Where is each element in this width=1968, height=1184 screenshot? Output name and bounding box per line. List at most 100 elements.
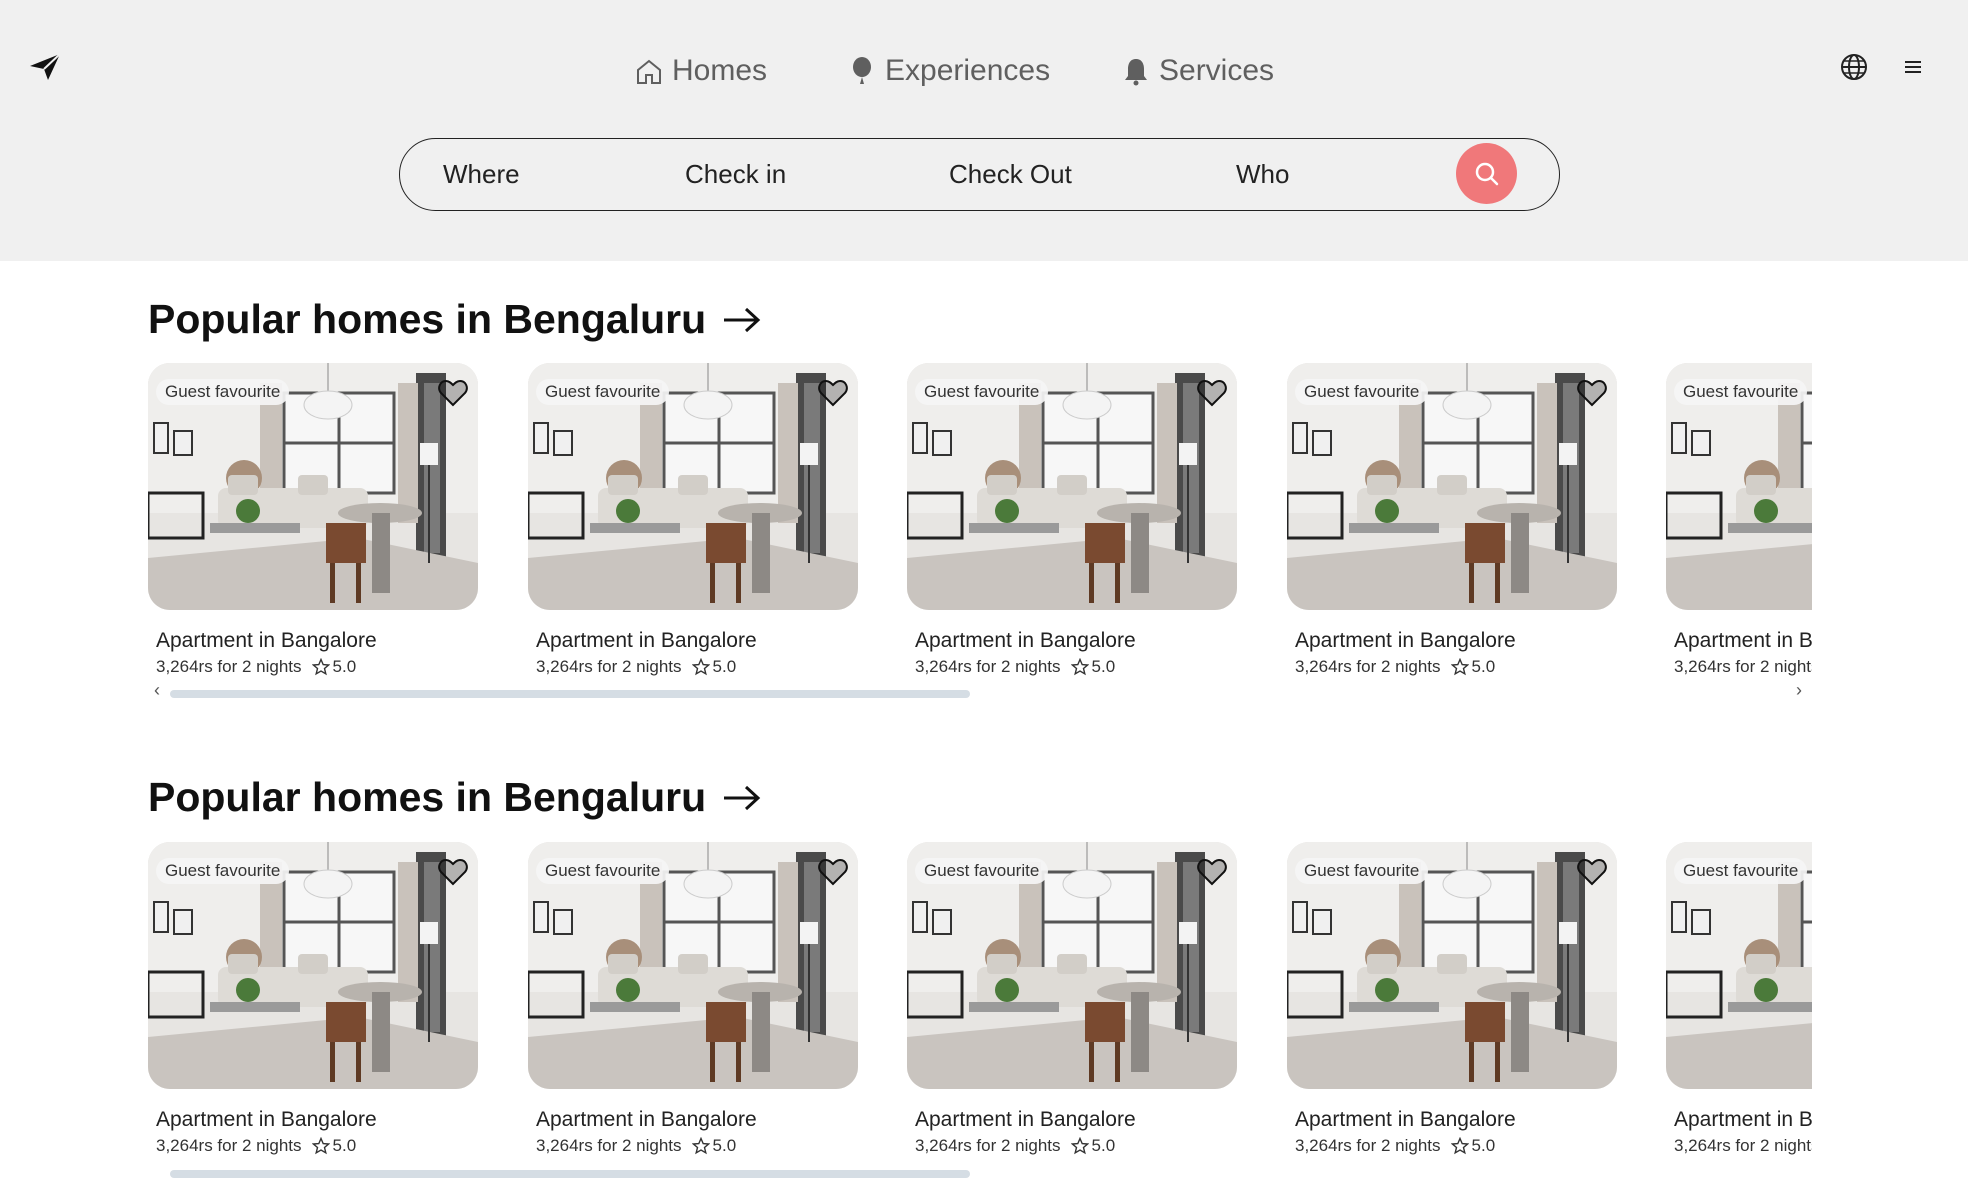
listing-rating: 5.0 bbox=[311, 1136, 357, 1156]
guest-favourite-badge: Guest favourite bbox=[1295, 858, 1429, 884]
top-nav: Homes Experiences Services bbox=[0, 48, 1968, 94]
star-icon bbox=[1070, 1137, 1089, 1155]
listing-price: 3,264rs for 2 nights bbox=[1295, 1136, 1441, 1155]
rating-value: 5.0 bbox=[1471, 1136, 1496, 1155]
guest-favourite-badge: Guest favourite bbox=[915, 858, 1049, 884]
rating-value: 5.0 bbox=[1091, 1136, 1116, 1155]
arrow-right-icon bbox=[724, 785, 761, 810]
listing-card[interactable]: Guest favourite Apartment in Bangalore 3… bbox=[148, 363, 478, 683]
listing-meta: 3,264rs for 2 nights bbox=[1674, 1136, 1812, 1156]
guest-favourite-badge: Guest favourite bbox=[536, 858, 670, 884]
nav-services-label: Services bbox=[1159, 54, 1275, 87]
star-icon bbox=[311, 658, 330, 676]
listing-price: 3,264rs for 2 nights bbox=[156, 1136, 302, 1155]
listing-meta: 3,264rs for 2 nights 5.0 bbox=[156, 657, 356, 677]
balloon-icon bbox=[853, 57, 871, 84]
menu-icon[interactable] bbox=[1898, 52, 1928, 82]
heart-icon[interactable] bbox=[438, 858, 468, 886]
heart-icon[interactable] bbox=[1577, 379, 1607, 407]
listing-rating: 5.0 bbox=[691, 657, 736, 677]
section-title[interactable]: Popular homes in Bengaluru bbox=[148, 774, 762, 821]
globe-icon[interactable] bbox=[1839, 52, 1869, 82]
nav-experiences-label: Experiences bbox=[885, 54, 1051, 87]
heart-icon[interactable] bbox=[1577, 858, 1607, 886]
scroll-left-icon[interactable]: ‹ bbox=[154, 680, 160, 701]
listing-meta: 3,264rs for 2 nights 5.0 bbox=[536, 657, 736, 677]
listing-meta: 3,264rs for 2 nights 5.0 bbox=[1295, 657, 1495, 677]
star-icon bbox=[691, 658, 710, 676]
listing-title: Apartment in Bangalore bbox=[536, 1108, 757, 1131]
star-icon bbox=[1450, 658, 1469, 676]
listing-card[interactable]: Guest favourite Apartment in Bangalore 3… bbox=[1666, 363, 1812, 683]
search-icon bbox=[1475, 162, 1498, 185]
guest-favourite-badge: Guest favourite bbox=[1674, 379, 1808, 405]
heart-icon[interactable] bbox=[818, 379, 848, 407]
nav-homes[interactable]: Homes bbox=[634, 48, 767, 94]
listing-card[interactable]: Guest favourite Apartment in Bangalore 3… bbox=[528, 842, 858, 1162]
search-bar: Where Check in Check Out Who bbox=[399, 138, 1560, 211]
listing-title: Apartment in Bangalore bbox=[156, 629, 377, 652]
search-button[interactable] bbox=[1456, 143, 1517, 204]
listing-price: 3,264rs for 2 nights bbox=[1674, 1136, 1812, 1155]
guest-favourite-badge: Guest favourite bbox=[1674, 858, 1808, 884]
check-out-field[interactable]: Check Out bbox=[949, 139, 1072, 209]
heart-icon[interactable] bbox=[438, 379, 468, 407]
listing-rating: 5.0 bbox=[691, 1136, 737, 1156]
section-title[interactable]: Popular homes in Bengaluru bbox=[148, 296, 762, 343]
where-field[interactable]: Where bbox=[443, 139, 520, 209]
house-icon bbox=[637, 59, 661, 84]
listing-card[interactable]: Guest favourite Apartment in Bangalore 3… bbox=[907, 842, 1237, 1162]
listing-card[interactable]: Guest favourite Apartment in Bangalore 3… bbox=[1666, 842, 1812, 1162]
listing-meta: 3,264rs for 2 nights 5.0 bbox=[1295, 1136, 1495, 1156]
listing-price: 3,264rs for 2 nights bbox=[536, 1136, 682, 1155]
listing-card[interactable]: Guest favourite Apartment in Bangalore 3… bbox=[528, 363, 858, 683]
heart-icon[interactable] bbox=[1197, 858, 1227, 886]
listing-title: Apartment in Bangalore bbox=[156, 1108, 377, 1131]
star-icon bbox=[1450, 1137, 1469, 1155]
heart-icon[interactable] bbox=[818, 858, 848, 886]
who-field[interactable]: Who bbox=[1236, 139, 1289, 209]
listing-row: Guest favourite Apartment in Bangalore 3… bbox=[148, 363, 1812, 703]
section-title-text: Popular homes in Bengaluru bbox=[148, 774, 707, 820]
rating-value: 5.0 bbox=[1471, 657, 1496, 676]
listing-meta: 3,264rs for 2 nights 5.0 bbox=[915, 657, 1115, 677]
listing-price: 3,264rs for 2 nights bbox=[536, 657, 682, 676]
scrollbar-thumb[interactable] bbox=[170, 690, 970, 698]
listing-rating: 5.0 bbox=[1450, 1136, 1496, 1156]
guest-favourite-badge: Guest favourite bbox=[156, 379, 290, 405]
listing-card[interactable]: Guest favourite Apartment in Bangalore 3… bbox=[1287, 842, 1617, 1162]
nav-homes-label: Homes bbox=[672, 54, 768, 87]
guest-favourite-badge: Guest favourite bbox=[536, 379, 670, 405]
heart-icon[interactable] bbox=[1197, 379, 1227, 407]
row-scrollbar[interactable]: ‹ › bbox=[148, 680, 1812, 704]
scroll-right-icon[interactable]: › bbox=[1796, 680, 1802, 701]
top-header: Homes Experiences Services Where Check i… bbox=[0, 0, 1968, 261]
check-in-field[interactable]: Check in bbox=[685, 139, 786, 209]
listing-rating: 5.0 bbox=[311, 657, 357, 677]
rating-value: 5.0 bbox=[712, 1136, 737, 1155]
listing-card[interactable]: Guest favourite Apartment in Bangalore 3… bbox=[1287, 363, 1617, 683]
listing-price: 3,264rs for 2 nights bbox=[915, 1136, 1061, 1155]
rating-value: 5.0 bbox=[332, 1136, 357, 1155]
listing-meta: 3,264rs for 2 nights 5.0 bbox=[915, 1136, 1115, 1156]
rating-value: 5.0 bbox=[332, 657, 357, 676]
listing-price: 3,264rs for 2 nights bbox=[1295, 657, 1441, 676]
listing-rating: 5.0 bbox=[1070, 1136, 1116, 1156]
listing-meta: 3,264rs for 2 nights bbox=[1674, 657, 1812, 677]
listing-card[interactable]: Guest favourite Apartment in Bangalore 3… bbox=[907, 363, 1237, 683]
nav-experiences[interactable]: Experiences bbox=[847, 48, 1050, 94]
scrollbar-thumb[interactable] bbox=[170, 1170, 970, 1178]
listing-rating: 5.0 bbox=[1070, 657, 1116, 677]
listing-title: Apartment in Bangalore bbox=[915, 629, 1136, 652]
listing-price: 3,264rs for 2 nights bbox=[156, 657, 302, 676]
bell-icon bbox=[1125, 59, 1147, 86]
nav-services[interactable]: Services bbox=[1121, 48, 1274, 94]
row-scrollbar[interactable] bbox=[148, 1164, 1812, 1184]
listing-card[interactable]: Guest favourite Apartment in Bangalore 3… bbox=[148, 842, 478, 1162]
star-icon bbox=[311, 1137, 330, 1155]
listing-title: Apartment in Bangalore bbox=[915, 1108, 1136, 1131]
arrow-right-icon bbox=[724, 307, 761, 332]
listing-price: 3,264rs for 2 nights bbox=[915, 657, 1061, 676]
rating-value: 5.0 bbox=[1091, 657, 1116, 676]
listing-title: Apartment in Bangalore bbox=[1674, 1108, 1812, 1131]
